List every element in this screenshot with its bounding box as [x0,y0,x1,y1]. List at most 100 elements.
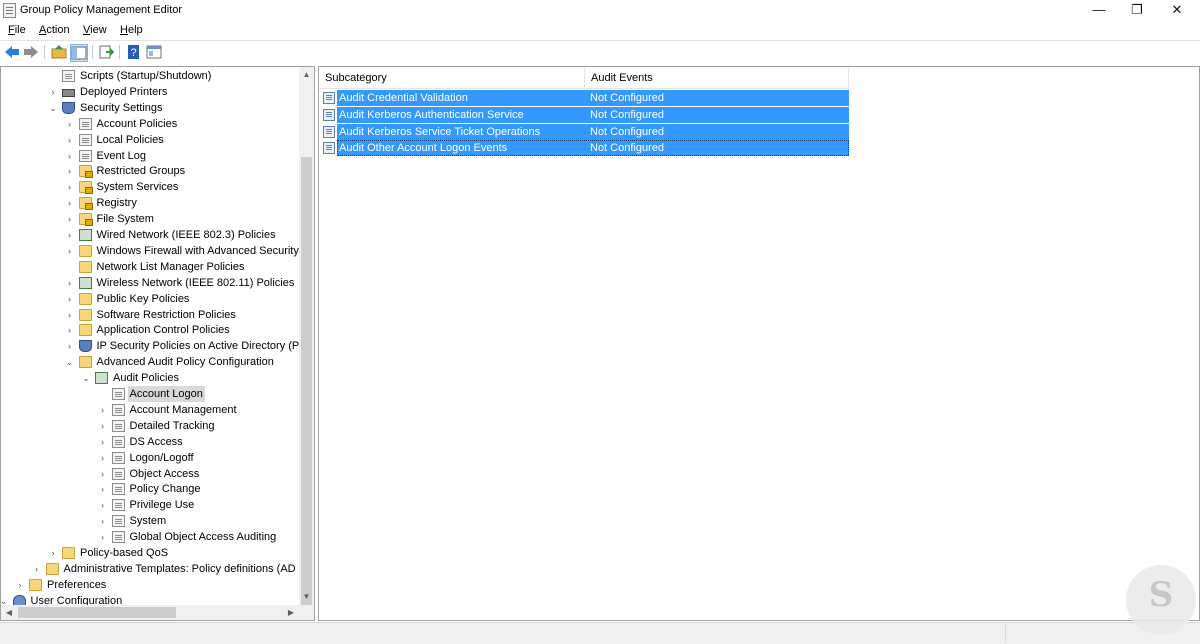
show-hide-tree-icon[interactable] [70,44,88,62]
expand-chevron-icon[interactable]: › [98,481,108,497]
tree-item[interactable]: ⌄ Advanced Audit Policy Configuration [1,354,299,370]
expand-chevron-icon[interactable]: › [65,227,75,243]
tree-item[interactable]: › Detailed Tracking [1,418,299,434]
expand-chevron-icon[interactable]: › [65,211,75,227]
forward-arrow-icon[interactable] [23,44,39,60]
tree-item[interactable]: › Restricted Groups [1,163,299,179]
tree-horizontal-scrollbar[interactable]: ◀ ▶ [1,605,299,620]
expand-chevron-icon[interactable]: › [65,163,75,179]
tree-item[interactable]: › Application Control Policies [1,322,299,338]
tree-item[interactable]: › Deployed Printers [1,84,299,100]
properties-icon[interactable] [146,44,162,60]
tree-item-label: Registry [96,197,137,210]
menu-help-rest: elp [127,24,143,36]
expand-chevron-icon[interactable]: › [65,132,75,148]
expand-chevron-icon[interactable]: › [98,402,108,418]
collapse-chevron-icon[interactable]: ⌄ [48,100,58,116]
close-button[interactable]: ✕ [1154,0,1200,21]
tree-item[interactable]: › DS Access [1,434,299,450]
tree-item[interactable]: › Policy-based QoS [1,545,299,561]
expand-chevron-icon[interactable]: › [15,577,25,593]
horizontal-scroll-thumb[interactable] [18,607,176,618]
expand-chevron-icon[interactable]: › [98,497,108,513]
scroll-left-arrow-icon[interactable]: ◀ [1,605,17,620]
tree-item[interactable]: › Registry [1,195,299,211]
list-item[interactable]: Audit Credential Validation Not Configure… [323,90,849,106]
tree-item[interactable]: › Wired Network (IEEE 802.3) Policies [1,227,299,243]
tree-item[interactable]: › Windows Firewall with Advanced Security [1,243,299,259]
tree-item[interactable]: › Policy Change [1,481,299,497]
expand-chevron-icon[interactable]: › [65,307,75,323]
tree-item[interactable]: ⌄ Audit Policies [1,370,299,386]
menu-view[interactable]: View [83,24,107,36]
expand-chevron-icon[interactable]: › [65,322,75,338]
tree-item[interactable]: ⌄ User Configuration [1,593,299,605]
tree-item[interactable]: › Event Log [1,148,299,164]
column-header-audit-events[interactable]: Audit Events [585,67,849,89]
list-item[interactable]: Audit Other Account Logon Events Not Conf… [323,140,849,157]
collapse-chevron-icon[interactable]: ⌄ [1,593,9,605]
window-title: Group Policy Management Editor [20,4,183,16]
folder-icon [78,260,92,273]
tree-item[interactable]: › Object Access [1,466,299,482]
scroll-down-arrow-icon[interactable]: ▼ [299,589,314,605]
tree-item[interactable]: › Account Management [1,402,299,418]
expand-chevron-icon[interactable]: › [65,338,75,354]
tree-item[interactable]: › Global Object Access Auditing [1,529,299,545]
audit-events-cell: Not Configured [590,92,664,104]
expand-chevron-icon[interactable]: › [98,529,108,545]
tree-item[interactable]: Account Logon [1,386,299,402]
column-header-subcategory[interactable]: Subcategory [319,67,585,89]
help-icon[interactable]: ? [126,44,142,60]
tree-item[interactable]: › Public Key Policies [1,291,299,307]
tree-item[interactable]: › Administrative Templates: Policy defini… [1,561,299,577]
collapse-chevron-icon[interactable]: ⌄ [65,354,75,370]
expand-chevron-icon[interactable]: › [65,148,75,164]
expand-chevron-icon[interactable]: › [98,466,108,482]
expand-chevron-icon[interactable]: › [48,84,58,100]
back-arrow-icon[interactable] [4,44,20,60]
vertical-scroll-thumb[interactable] [301,157,312,619]
list-item[interactable]: Audit Kerberos Authentication Service Not… [323,106,849,123]
expand-chevron-icon[interactable]: › [98,513,108,529]
tree-item[interactable]: Network List Manager Policies [1,259,299,275]
tree-item[interactable]: › File System [1,211,299,227]
export-list-icon[interactable] [98,44,114,60]
tree-item[interactable]: ⌄ Security Settings [1,100,299,116]
tree-item[interactable]: Scripts (Startup/Shutdown) [1,68,299,84]
tree-item[interactable]: › Preferences [1,577,299,593]
expand-chevron-icon[interactable]: › [98,450,108,466]
expand-chevron-icon[interactable]: › [48,545,58,561]
expand-chevron-icon[interactable]: › [65,243,75,259]
tree-item[interactable]: › Local Policies [1,132,299,148]
expand-chevron-icon[interactable]: › [65,291,75,307]
expand-chevron-icon[interactable]: › [65,195,75,211]
tree-item[interactable]: › System [1,513,299,529]
menu-file[interactable]: File [8,24,26,36]
collapse-chevron-icon[interactable]: ⌄ [81,370,91,386]
tree-item[interactable]: › Logon/Logoff [1,450,299,466]
scroll-right-arrow-icon[interactable]: ▶ [283,605,299,620]
watermark-logo: S [1126,565,1196,635]
expand-chevron-icon[interactable]: › [65,275,75,291]
title-bar: Group Policy Management Editor — ❐ ✕ [0,0,1200,21]
expand-chevron-icon[interactable]: › [32,561,42,577]
menu-action[interactable]: Action [39,24,70,36]
expand-chevron-icon[interactable]: › [98,434,108,450]
up-folder-icon[interactable] [51,44,67,60]
tree-item[interactable]: › Account Policies [1,116,299,132]
list-item[interactable]: Audit Kerberos Service Ticket Operations… [323,123,849,140]
tree-item-label: Local Policies [96,133,164,146]
tree-item[interactable]: › Software Restriction Policies [1,307,299,323]
tree-item[interactable]: › Privilege Use [1,497,299,513]
tree-vertical-scrollbar[interactable]: ▲ ▼ [299,67,314,619]
scroll-up-arrow-icon[interactable]: ▲ [299,67,314,83]
tree-item[interactable]: › IP Security Policies on Active Director… [1,338,299,354]
expand-chevron-icon[interactable]: › [65,116,75,132]
expand-chevron-icon[interactable]: › [98,418,108,434]
menu-help[interactable]: Help [120,24,143,36]
expand-chevron-icon[interactable]: › [65,179,75,195]
tree-item[interactable]: › Wireless Network (IEEE 802.11) Policies [1,275,299,291]
tree-item[interactable]: › System Services [1,179,299,195]
